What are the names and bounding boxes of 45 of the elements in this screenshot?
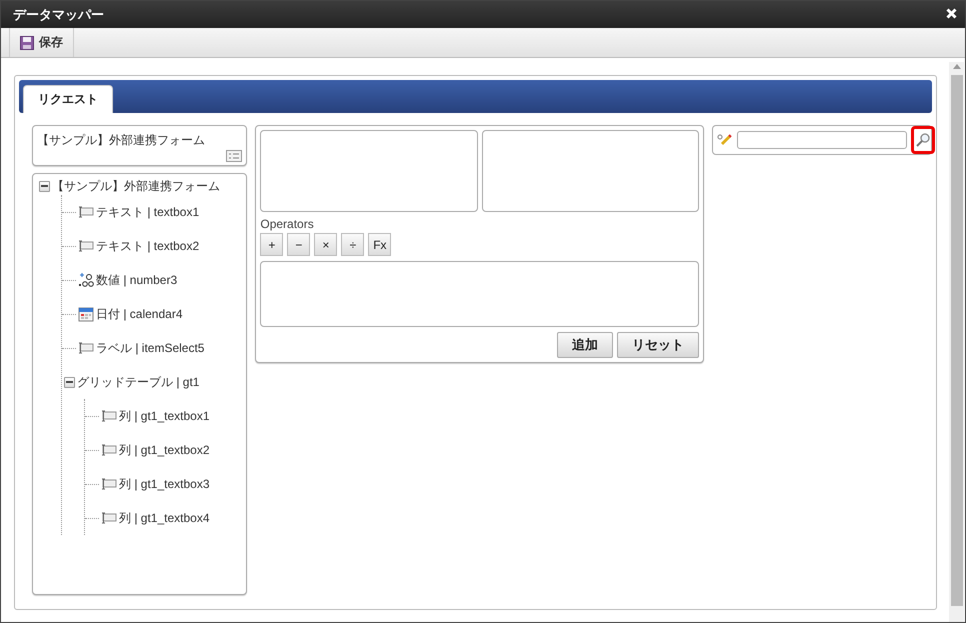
expression-box[interactable] — [260, 261, 699, 327]
textbox-icon — [78, 206, 94, 218]
tree-item[interactable]: 列 | gt1_textbox3 — [119, 476, 210, 492]
scroll-up-icon[interactable] — [952, 64, 960, 69]
tree-item[interactable]: ラベル | itemSelect5 — [96, 340, 204, 356]
reset-button[interactable]: リセット — [617, 332, 699, 358]
form-icon — [226, 150, 242, 162]
scrollbar[interactable] — [949, 62, 964, 622]
textbox-icon — [101, 512, 117, 524]
operator-button[interactable]: × — [314, 233, 338, 256]
tree-item[interactable]: 列 | gt1_textbox1 — [119, 408, 210, 424]
operator-button[interactable]: Fx — [368, 233, 392, 256]
number-icon — [78, 273, 94, 287]
textbox-icon — [101, 410, 117, 422]
tree-item[interactable]: グリッドテーブル | gt1 — [77, 374, 200, 390]
tree-item[interactable]: 【サンプル】外部連携フォーム — [52, 178, 220, 194]
search-field[interactable] — [737, 131, 907, 149]
tree-item[interactable]: 列 | gt1_textbox2 — [119, 442, 210, 458]
textbox-icon — [101, 478, 117, 490]
search-button[interactable] — [911, 126, 935, 154]
tree-item[interactable]: 列 | gt1_textbox4 — [119, 510, 210, 526]
operator-button[interactable]: + — [260, 233, 284, 256]
search-icon — [916, 133, 930, 147]
calendar-icon — [78, 306, 94, 322]
tree-item[interactable]: 数値 | number3 — [96, 272, 178, 288]
collapse-toggle[interactable] — [64, 376, 75, 388]
operator-button[interactable]: − — [287, 233, 310, 256]
operators-label: Operators — [260, 217, 315, 231]
tree-item[interactable]: テキスト | textbox1 — [96, 204, 200, 220]
pencil-icon — [717, 133, 733, 147]
source-box[interactable] — [260, 130, 478, 212]
textbox-icon — [101, 444, 117, 456]
floppy-icon — [20, 36, 34, 50]
tab[interactable]: リクエスト — [23, 85, 113, 113]
tree-item[interactable]: 日付 | calendar4 — [96, 306, 182, 322]
operator-button[interactable]: ÷ — [341, 233, 364, 256]
save-button[interactable]: 保存 — [9, 28, 74, 57]
textbox-icon — [78, 240, 94, 252]
target-box[interactable] — [482, 130, 700, 212]
add-button[interactable]: 追加 — [557, 332, 613, 358]
collapse-toggle[interactable] — [39, 180, 50, 192]
form-title: 【サンプル】外部連携フォーム — [37, 132, 206, 149]
tree-item[interactable]: テキスト | textbox2 — [96, 238, 200, 254]
textbox-icon — [78, 342, 94, 354]
window-title: データマッパー — [13, 6, 104, 24]
